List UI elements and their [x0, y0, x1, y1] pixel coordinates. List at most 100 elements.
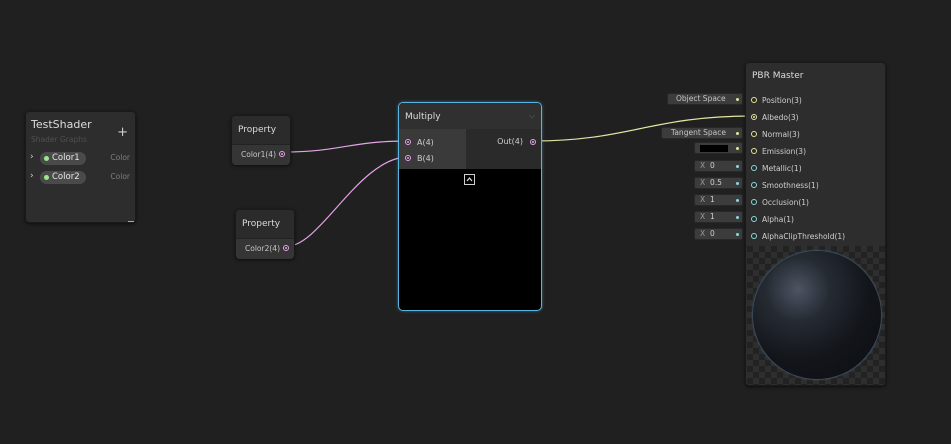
output-port-row: Color1(4) [232, 144, 290, 165]
dropdown-value: Tangent Space [671, 128, 726, 137]
property-node-color2[interactable]: Property Color2(4) [235, 209, 295, 259]
input-port-occlusion[interactable]: Occlusion(1) [746, 195, 885, 209]
alpha-clip-input[interactable]: X 0 [694, 228, 743, 240]
port-label: Color2(4) [245, 244, 280, 253]
connector-dot-icon [736, 233, 739, 236]
axis-label: X [700, 195, 706, 204]
smoothness-input[interactable]: X 0.5 [694, 177, 743, 189]
connector-dot-icon [736, 182, 739, 185]
connector-dot-icon [736, 98, 739, 101]
alpha-input[interactable]: X 1 [694, 211, 743, 223]
input-port-icon[interactable] [751, 182, 757, 188]
blackboard-property-color1[interactable]: › Color1 Color [30, 152, 130, 166]
input-port-icon[interactable] [751, 131, 757, 137]
input-port-smoothness[interactable]: Smoothness(1) [746, 178, 885, 192]
port-label: Emission(3) [762, 147, 806, 156]
blackboard-panel: TestShader Shader Graphs + › Color1 Colo… [25, 111, 136, 223]
input-port-emission[interactable]: Emission(3) [746, 144, 885, 158]
input-port-alpha[interactable]: Alpha(1) [746, 212, 885, 226]
value-field[interactable]: 1 [710, 212, 715, 222]
output-port-icon[interactable] [279, 151, 285, 157]
chevron-down-icon[interactable]: ⌵ [529, 111, 535, 121]
value-field[interactable]: 0.5 [710, 178, 722, 188]
port-label: Smoothness(1) [762, 181, 819, 190]
node-title: Property [242, 219, 281, 229]
input-port-icon[interactable] [405, 155, 411, 161]
input-port-icon[interactable] [751, 216, 757, 222]
property-pill[interactable]: Color2 [40, 171, 86, 184]
connector-dot-icon [736, 216, 739, 219]
input-port-icon[interactable] [751, 233, 757, 239]
input-port-normal[interactable]: Normal(3) [746, 127, 885, 141]
node-title: PBR Master [752, 71, 804, 81]
blackboard-property-color2[interactable]: › Color2 Color [30, 171, 130, 185]
value-field[interactable]: 0 [710, 229, 715, 239]
node-header[interactable]: Multiply ⌵ [399, 103, 541, 129]
chevron-right-icon[interactable]: › [30, 171, 34, 181]
connector-dot-icon [736, 132, 739, 135]
output-port-icon[interactable] [530, 139, 536, 145]
material-preview[interactable] [747, 246, 885, 385]
port-label: AlphaClipThreshold(1) [762, 232, 846, 241]
input-port-icon[interactable] [751, 199, 757, 205]
normal-space-dropdown[interactable]: Tangent Space [661, 127, 743, 139]
multiply-node[interactable]: Multiply ⌵ A(4) B(4) Out(4) [398, 102, 542, 311]
port-label: Albedo(3) [762, 113, 799, 122]
value-field[interactable]: 0 [710, 161, 715, 171]
input-port-icon[interactable] [751, 148, 757, 154]
port-label: Alpha(1) [762, 215, 794, 224]
preview-toggle-button[interactable] [464, 174, 475, 185]
property-type: Color [110, 153, 130, 162]
input-port-albedo[interactable]: Albedo(3) [746, 110, 885, 124]
property-type: Color [110, 172, 130, 181]
property-name: Color1 [52, 153, 80, 163]
occlusion-input[interactable]: X 1 [694, 194, 743, 206]
port-label: Metallic(1) [762, 164, 802, 173]
node-title: Property [238, 125, 277, 135]
port-label: B(4) [417, 154, 434, 163]
port-label: Normal(3) [762, 130, 800, 139]
resize-handle[interactable] [128, 221, 134, 222]
input-port-position[interactable]: Position(3) [746, 93, 885, 107]
property-node-color1[interactable]: Property Color1(4) [231, 115, 291, 165]
chevron-right-icon[interactable]: › [30, 152, 34, 162]
blackboard-title: TestShader [31, 118, 92, 131]
axis-label: X [700, 229, 706, 238]
position-space-dropdown[interactable]: Object Space [667, 93, 743, 105]
color-swatch[interactable] [700, 145, 728, 152]
property-name: Color2 [52, 172, 80, 182]
axis-label: X [700, 161, 706, 170]
pbr-master-node[interactable]: PBR Master Position(3) Albedo(3) Normal(… [745, 62, 886, 386]
property-pill[interactable]: Color1 [40, 152, 86, 165]
input-ports: A(4) B(4) [399, 129, 466, 169]
chevron-up-icon [466, 177, 473, 182]
port-label: Color1(4) [241, 150, 276, 159]
connector-dot-icon [736, 199, 739, 202]
connector-dot-icon [736, 147, 739, 150]
dropdown-value: Object Space [676, 94, 726, 103]
input-port-icon[interactable] [751, 165, 757, 171]
value-field[interactable]: 1 [710, 195, 715, 205]
input-port-icon[interactable] [405, 139, 411, 145]
connector-dot-icon [736, 165, 739, 168]
exposed-dot-icon [44, 156, 49, 161]
input-port-icon[interactable] [751, 97, 757, 103]
input-port-metallic[interactable]: Metallic(1) [746, 161, 885, 175]
exposed-dot-icon [44, 175, 49, 180]
input-port-icon[interactable] [751, 114, 757, 120]
metallic-input[interactable]: X 0 [694, 160, 743, 172]
output-port-row: Color2(4) [236, 238, 294, 259]
wire-color1-to-a [283, 140, 409, 153]
node-title: Multiply [405, 112, 441, 122]
add-property-button[interactable]: + [117, 125, 128, 140]
wire-color2-to-b [287, 156, 409, 247]
emission-color-field[interactable] [694, 142, 743, 154]
port-label: Position(3) [762, 96, 802, 105]
blackboard-subtitle: Shader Graphs [31, 135, 87, 144]
output-port-icon[interactable] [283, 245, 289, 251]
port-label: Occlusion(1) [762, 198, 809, 207]
input-port-alpha-clip-threshold[interactable]: AlphaClipThreshold(1) [746, 229, 885, 243]
output-ports: Out(4) [466, 129, 541, 169]
axis-label: X [700, 178, 706, 187]
port-label: A(4) [417, 138, 434, 147]
